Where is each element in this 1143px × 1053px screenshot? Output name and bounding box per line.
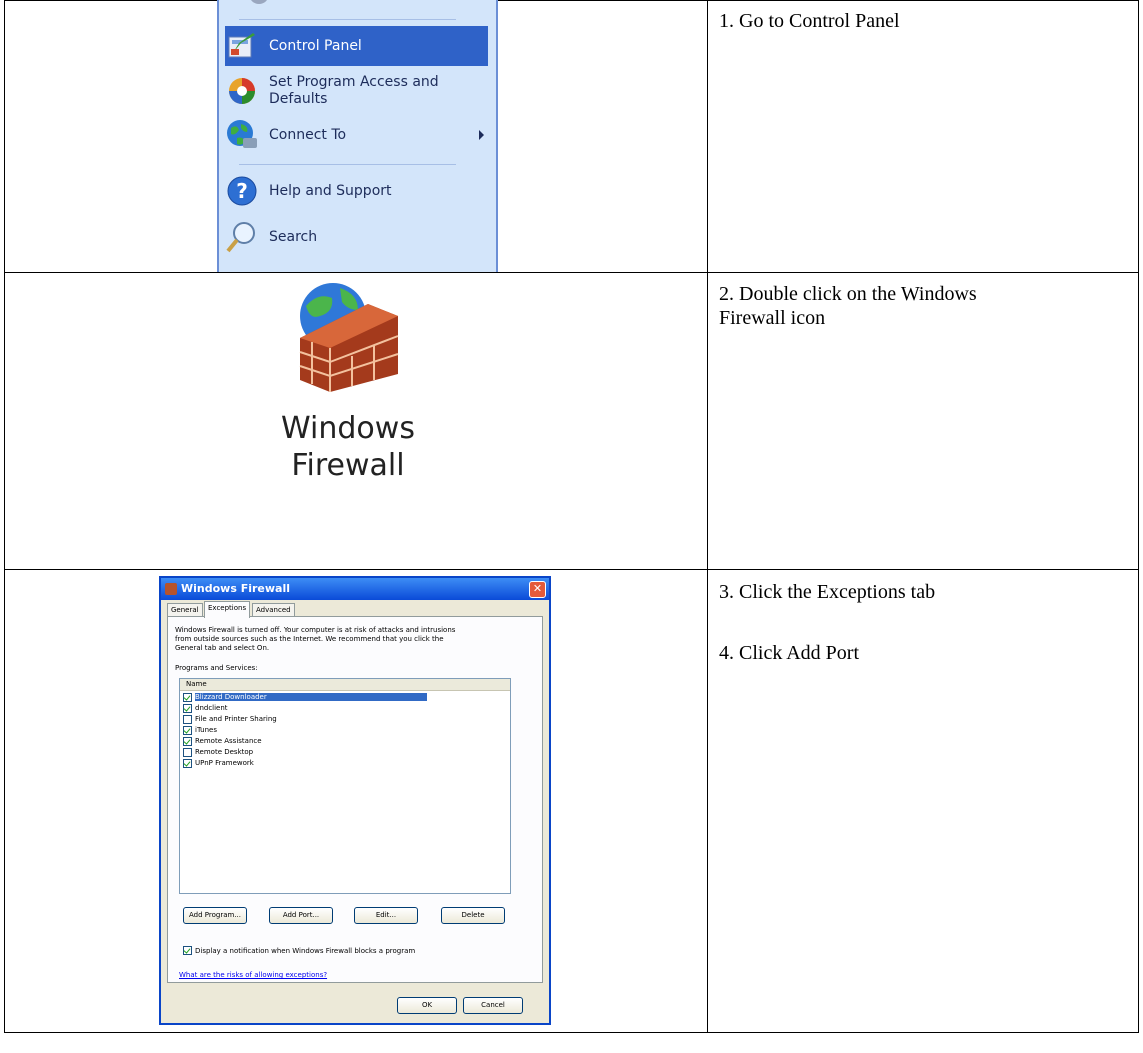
windows-firewall-icon[interactable]: Windows Firewall [248,276,458,486]
checkbox[interactable] [183,692,192,702]
help-support-menu-item[interactable]: ? Help and Support [225,172,488,210]
checkbox[interactable] [183,725,192,735]
program-access-label: Set Program Access and Defaults [269,74,439,107]
list-item[interactable]: File and Printer Sharing [183,714,513,724]
risk-link[interactable]: What are the risks of allowing exception… [179,971,327,979]
list-item[interactable]: Remote Desktop [183,747,513,757]
step-1-text: 1. Go to Control Panel [719,10,900,32]
notify-label: Display a notification when Windows Fire… [195,946,416,955]
tab-exceptions[interactable]: Exceptions [204,601,251,618]
tab-advanced[interactable]: Advanced [252,603,295,617]
search-label: Search [269,228,318,245]
table-border-left [4,0,5,1033]
dialog-title: Windows Firewall [181,582,291,595]
truncated-icon [249,0,269,4]
search-icon [225,220,259,254]
table-border-top [4,0,1139,1]
list-item[interactable]: iTunes [183,725,513,735]
help-support-label: Help and Support [269,182,392,199]
notify-checkbox[interactable] [183,946,192,955]
firewall-brick-icon [299,283,399,392]
list-item[interactable]: UPnP Framework [183,758,513,768]
control-panel-icon [225,29,259,63]
search-menu-item[interactable]: Search [225,218,488,256]
firewall-label-line2: Firewall [291,448,405,483]
programs-label: Programs and Services: [175,664,258,672]
table-row-divider [4,272,1139,273]
programs-listbox[interactable]: Name Blizzard Downloader dndclient File … [179,678,511,894]
table-column-divider [707,0,708,1033]
add-program-button[interactable]: Add Program... [183,907,247,924]
checkbox[interactable] [183,714,192,724]
control-panel-menu-item[interactable]: Control Panel [225,26,488,66]
connect-to-label: Connect To [269,126,347,143]
add-port-button[interactable]: Add Port... [269,907,333,924]
windows-firewall-dialog: Windows Firewall ✕ General Exceptions Ad… [159,576,551,1025]
start-menu-screenshot: Control Panel Set Program Access and Def… [217,0,498,272]
cancel-button[interactable]: Cancel [463,997,523,1014]
dialog-title-bar[interactable]: Windows Firewall [161,578,549,600]
checkbox[interactable] [183,703,192,713]
list-item[interactable]: Blizzard Downloader [183,692,513,702]
column-header-name[interactable]: Name [180,679,510,691]
list-item[interactable]: dndclient [183,703,513,713]
table-row-divider [4,569,1139,570]
program-access-icon [225,74,259,108]
table-border-right [1138,0,1139,1033]
checkbox[interactable] [183,747,192,757]
tab-general[interactable]: General [167,603,203,617]
step-4-text: 4. Click Add Port [719,642,860,664]
edit-button[interactable]: Edit... [354,907,418,924]
ok-button[interactable]: OK [397,997,457,1014]
connect-to-icon [225,118,259,152]
warning-text-line1: Windows Firewall is turned off. Your com… [175,626,456,634]
menu-separator [239,164,456,165]
checkbox[interactable] [183,758,192,768]
delete-button[interactable]: Delete [441,907,505,924]
notify-checkbox-row[interactable]: Display a notification when Windows Fire… [183,946,415,955]
close-button[interactable]: ✕ [529,581,546,598]
firewall-label-line1: Windows [281,411,415,446]
connect-to-menu-item[interactable]: Connect To [225,115,488,155]
svg-text:?: ? [236,179,248,203]
checkbox[interactable] [183,736,192,746]
list-item[interactable]: Remote Assistance [183,736,513,746]
submenu-arrow-icon [479,130,484,140]
step-2-text: 2. Double click on the Windows Firewall … [719,283,977,329]
warning-text-line3: General tab and select On. [175,644,270,652]
step-3-text: 3. Click the Exceptions tab [719,581,936,603]
menu-separator [239,19,456,20]
firewall-title-icon [165,583,177,595]
help-icon: ? [225,174,259,208]
control-panel-label: Control Panel [269,37,362,54]
program-access-menu-item[interactable]: Set Program Access and Defaults [225,70,488,112]
warning-text-line2: from outside sources such as the Interne… [175,635,444,643]
table-border-bottom [4,1032,1139,1033]
